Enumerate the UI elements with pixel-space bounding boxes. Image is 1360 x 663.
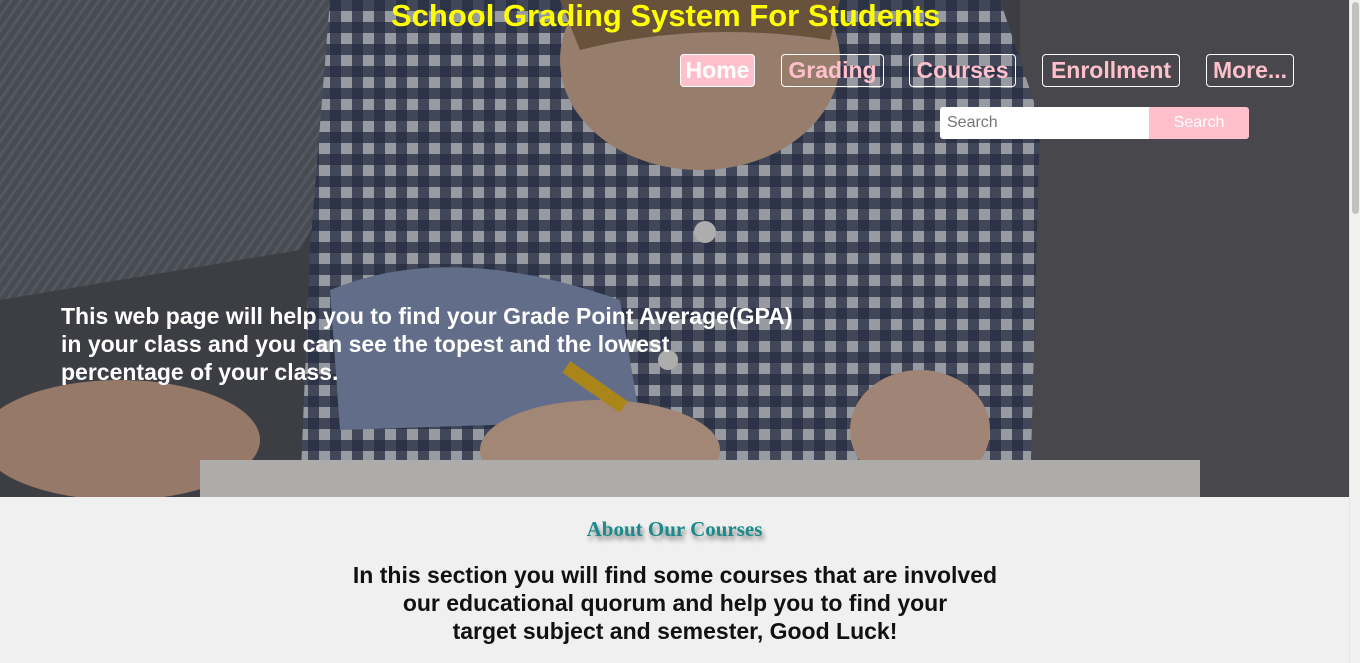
hero-section: School Grading System For Students Home … bbox=[0, 0, 1349, 497]
page-scrollbar[interactable] bbox=[1349, 0, 1360, 663]
about-description-line: In this section you will find some cours… bbox=[352, 562, 998, 588]
about-courses-section: About Our Courses In this section you wi… bbox=[0, 497, 1349, 663]
hero-description-line: percentage of your class. bbox=[61, 359, 339, 385]
nav-grading-button[interactable]: Grading bbox=[781, 54, 884, 87]
search-button[interactable]: Search bbox=[1149, 107, 1249, 139]
hero-description: This web page will help you to find your… bbox=[61, 302, 841, 386]
hero-description-line: This web page will help you to find your… bbox=[61, 303, 793, 329]
nav-home-button[interactable]: Home bbox=[680, 54, 755, 87]
about-description: In this section you will find some cours… bbox=[329, 561, 1021, 645]
about-heading: About Our Courses bbox=[586, 517, 763, 541]
nav-courses-button[interactable]: Courses bbox=[909, 54, 1016, 87]
about-description-line: our educational quorum and help you to f… bbox=[402, 590, 948, 616]
about-description-line: target subject and semester, Good Luck! bbox=[452, 618, 898, 644]
scrollbar-thumb[interactable] bbox=[1352, 2, 1359, 214]
search-input[interactable] bbox=[940, 107, 1150, 139]
nav-enrollment-button[interactable]: Enrollment bbox=[1042, 54, 1180, 87]
nav-more-button[interactable]: More... bbox=[1206, 54, 1294, 87]
site-title: School Grading System For Students bbox=[391, 0, 941, 33]
hero-description-line: in your class and you can see the topest… bbox=[61, 331, 670, 357]
